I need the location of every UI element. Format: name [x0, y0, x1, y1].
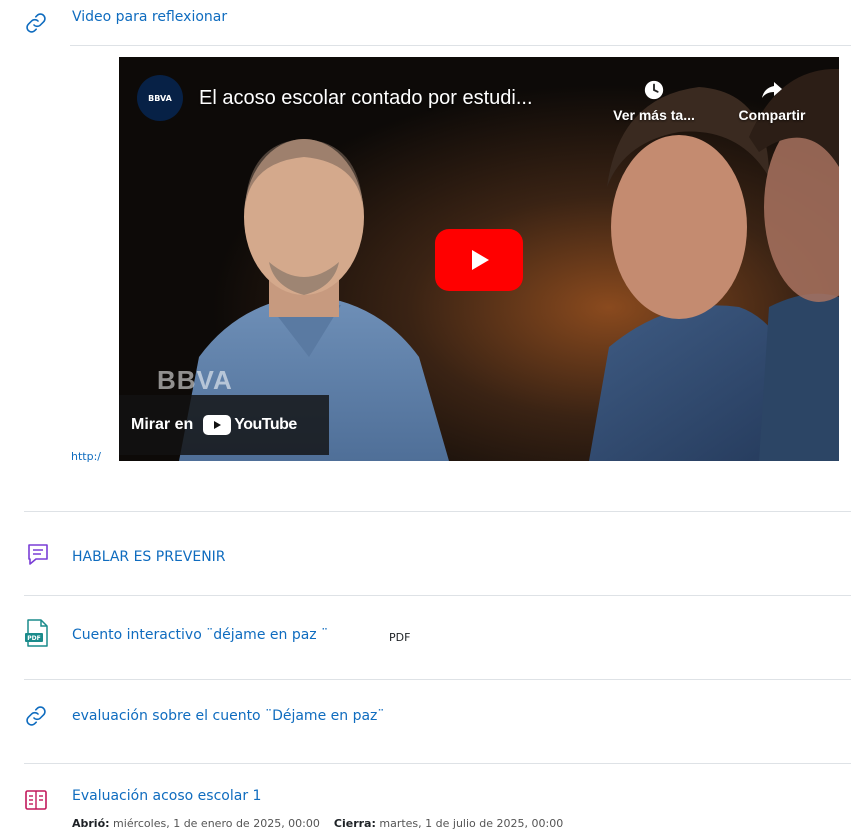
watch-later-label: Ver más ta... — [613, 107, 695, 123]
activity-title[interactable]: HABLAR ES PREVENIR — [72, 549, 226, 565]
quiz-dates: Abrió: miércoles, 1 de enero de 2025, 00… — [72, 817, 563, 830]
divider — [24, 679, 851, 680]
play-icon — [472, 250, 489, 270]
page-icon — [28, 544, 48, 565]
closes-label: Cierra: — [333, 817, 376, 830]
quiz-icon — [25, 790, 47, 810]
youtube-embed[interactable]: BBVA El acoso escolar contado por estudi… — [119, 57, 839, 461]
divider — [70, 45, 851, 46]
play-button[interactable] — [435, 229, 523, 291]
channel-avatar[interactable]: BBVA — [137, 75, 183, 121]
url-fragment[interactable]: http:/ — [71, 450, 101, 463]
watch-on-label: Mirar en — [131, 416, 194, 433]
activity-title[interactable]: evaluación sobre el cuento ¨Déjame en pa… — [72, 708, 384, 724]
opened-value: miércoles, 1 de enero de 2025, 00:00 — [113, 817, 320, 830]
divider — [24, 763, 851, 764]
link-icon — [26, 706, 46, 726]
opened-label: Abrió: — [72, 817, 110, 830]
activity-title[interactable]: Cuento interactivo ¨déjame en paz ¨ — [72, 627, 328, 643]
divider — [24, 511, 851, 512]
clock-icon — [644, 80, 664, 100]
youtube-logo: YouTube — [203, 415, 297, 435]
divider — [24, 595, 851, 596]
share-button[interactable]: Compartir — [727, 79, 817, 123]
closes-value: martes, 1 de julio de 2025, 00:00 — [379, 817, 564, 830]
video-link-title[interactable]: Video para reflexionar — [72, 9, 227, 25]
pdf-file-icon: PDF — [25, 619, 48, 647]
activity-title[interactable]: Evaluación acoso escolar 1 — [72, 788, 261, 804]
youtube-play-icon — [203, 415, 232, 435]
svg-text:PDF: PDF — [27, 635, 40, 642]
youtube-wordmark: YouTube — [234, 416, 297, 433]
watch-later-button[interactable]: Ver más ta... — [609, 79, 699, 123]
channel-avatar-text: BBVA — [148, 93, 172, 103]
url-activity-video[interactable]: Video para reflexionar — [0, 0, 851, 44]
share-label: Compartir — [738, 107, 806, 123]
resource-type-badge: PDF — [389, 631, 411, 644]
link-icon — [26, 13, 46, 33]
bbva-watermark: BBVA — [157, 365, 233, 395]
video-title[interactable]: El acoso escolar contado por estudi... — [199, 87, 533, 110]
share-arrow-icon — [762, 82, 782, 98]
watch-on-youtube-button[interactable]: Mirar en YouTube — [119, 395, 329, 455]
